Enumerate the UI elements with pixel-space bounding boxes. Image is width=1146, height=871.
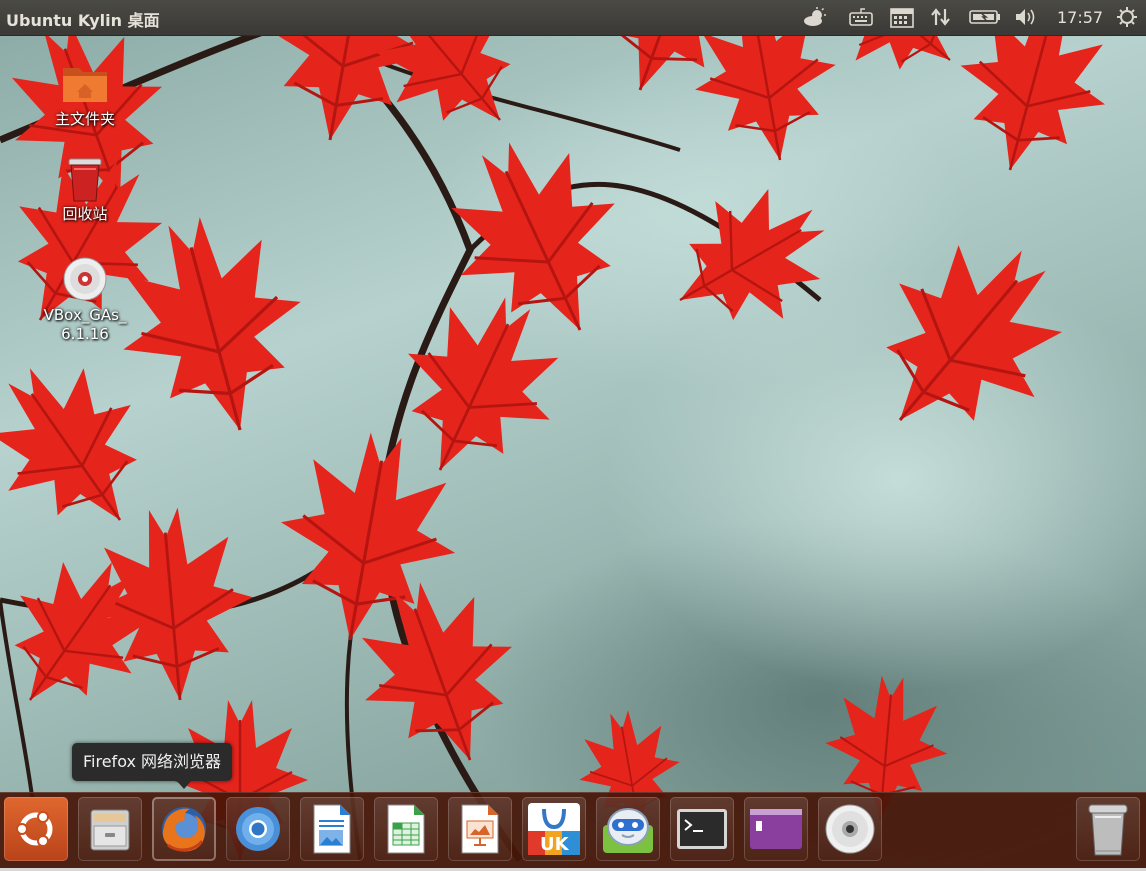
- ubuntu-logo-icon: [13, 806, 59, 852]
- desktop-icon-label-line2: 6.1.16: [61, 325, 109, 343]
- calendar-icon[interactable]: [888, 5, 916, 29]
- launcher-item-workspace-switcher[interactable]: [744, 797, 808, 861]
- home-folder-icon: [61, 60, 109, 108]
- desktop-icon-vbox-cd[interactable]: VBox_GAs_ 6.1.16: [35, 256, 135, 344]
- impress-icon: [458, 803, 502, 855]
- desktop-icon-label: VBox_GAs_: [43, 306, 127, 324]
- launcher-item-dvd[interactable]: [818, 797, 882, 861]
- uk-software-icon: UK: [526, 801, 582, 857]
- writer-icon: [310, 803, 354, 855]
- desktop-icon-trash[interactable]: 回收站: [35, 155, 135, 224]
- network-icon[interactable]: [929, 5, 953, 29]
- launcher-item-software-center[interactable]: UK: [522, 797, 586, 861]
- desktop-icon-label: 回收站: [62, 205, 108, 223]
- launcher-item-trash[interactable]: [1076, 797, 1140, 861]
- battery-icon[interactable]: [968, 5, 1002, 29]
- weather-icon[interactable]: [800, 5, 830, 29]
- launcher-item-terminal[interactable]: [670, 797, 734, 861]
- desktop-icon-home[interactable]: 主文件夹: [35, 60, 135, 129]
- launcher-item-dash-home[interactable]: [4, 797, 68, 861]
- launcher-item-firefox[interactable]: [152, 797, 216, 861]
- file-cabinet-icon: [85, 804, 135, 854]
- launcher-item-impress[interactable]: [448, 797, 512, 861]
- desktop-wallpaper: [0, 0, 1146, 871]
- assistant-icon: [600, 801, 656, 857]
- uk-badge-label: UK: [540, 834, 569, 855]
- terminal-icon: [675, 807, 729, 851]
- power-icon[interactable]: [1114, 5, 1140, 29]
- launcher-item-files[interactable]: [78, 797, 142, 861]
- top-panel: Ubuntu Kylin 桌面 17:57: [0, 0, 1146, 36]
- volume-icon[interactable]: [1013, 5, 1041, 29]
- keyboard-icon[interactable]: [848, 5, 874, 29]
- launcher-item-writer[interactable]: [300, 797, 364, 861]
- trash-icon: [1086, 801, 1130, 857]
- cdrom-icon: [61, 256, 109, 304]
- firefox-icon: [158, 803, 210, 855]
- trash-icon: [61, 155, 109, 203]
- chromium-icon: [233, 804, 283, 854]
- launcher-item-calc[interactable]: [374, 797, 438, 861]
- workspaces-icon: [748, 807, 804, 851]
- launcher-bar: UK: [0, 792, 1146, 869]
- maple-leaves-artwork: [0, 0, 1130, 863]
- launcher-item-chromium[interactable]: [226, 797, 290, 861]
- launcher-tooltip: Firefox 网络浏览器: [72, 743, 233, 781]
- tooltip-arrow: [176, 780, 192, 789]
- panel-title: Ubuntu Kylin 桌面: [6, 11, 160, 30]
- calc-icon: [384, 803, 428, 855]
- clock[interactable]: 17:57: [1057, 8, 1103, 27]
- launcher-item-kylin-assistant[interactable]: [596, 797, 660, 861]
- desktop-icon-label: 主文件夹: [54, 110, 115, 128]
- cdrom-icon: [824, 803, 876, 855]
